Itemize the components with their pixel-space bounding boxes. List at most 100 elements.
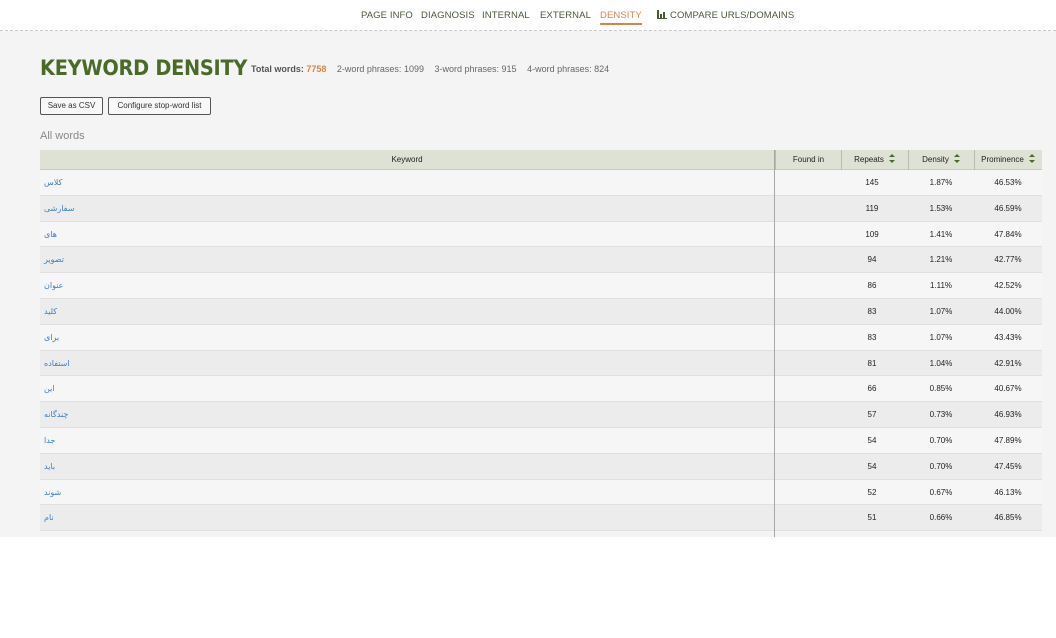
content-panel: PAGE INFO DIAGNOSIS INTERNAL EXTERNAL DE… <box>0 0 1056 537</box>
keyword-link[interactable]: سفارشی <box>44 196 74 221</box>
total-words-label: Total words: <box>251 64 304 74</box>
repeats-cell: 145 <box>865 178 879 187</box>
keyword-link[interactable]: برای <box>44 325 59 350</box>
prominence-cell: 42.52% <box>994 281 1022 291</box>
density-cell: 1.07% <box>929 332 953 342</box>
section-label: All words <box>40 130 85 142</box>
keyword-link[interactable]: شوند <box>44 480 61 505</box>
keyword-link[interactable]: کلاس <box>44 170 62 195</box>
keyword-link[interactable]: استفاده <box>44 351 70 376</box>
table-row: سفارشی 119 1.53% 46.59% <box>40 195 1042 222</box>
total-words-value: 7758 <box>306 64 327 74</box>
repeats-cell: 54 <box>867 461 877 471</box>
repeats-cell: 52 <box>867 487 877 497</box>
prominence-cell: 46.59% <box>994 203 1022 213</box>
sort-icon[interactable] <box>888 154 896 163</box>
column-found-in-label: Found in <box>792 155 825 164</box>
keyword-link[interactable]: نام <box>44 505 54 530</box>
column-keyword-label: Keyword <box>391 155 423 164</box>
column-repeats[interactable]: Repeats <box>841 150 908 170</box>
column-density-label: Density <box>922 155 949 164</box>
table-body: کلاس 145 1.87% 46.53% سفارشی 119 1.53% 46.59% … <box>40 170 1042 532</box>
three-word-label: 3-word phrases: <box>434 64 500 74</box>
configure-stopwords-button[interactable]: Configure stop-word list <box>108 97 211 115</box>
two-word-value: 1099 <box>403 64 424 74</box>
repeats-cell: 119 <box>865 203 879 213</box>
table-header: Keyword Found in Repeats Density Promine… <box>40 150 1042 170</box>
keyword-link[interactable]: باید <box>44 454 55 479</box>
column-prominence-label: Prominence <box>981 155 1024 164</box>
tab-diagnosis[interactable]: DIAGNOSIS <box>421 10 475 21</box>
bar-chart-icon <box>657 10 667 19</box>
table-row: عنوان 86 1.11% 42.52% <box>40 273 1042 299</box>
keyword-link[interactable]: کلید <box>44 299 57 324</box>
word-stats: Total words: 7758 2-word phrases: 1099 3… <box>251 64 609 74</box>
two-word-label: 2-word phrases: <box>336 64 402 74</box>
prominence-cell: 46.93% <box>994 410 1022 420</box>
repeats-cell: 54 <box>867 435 877 445</box>
prominence-cell: 47.89% <box>994 435 1022 445</box>
table-row: نام 51 0.66% 46.85% <box>40 505 1042 532</box>
density-cell: 1.53% <box>929 203 953 213</box>
density-cell: 1.21% <box>929 255 953 265</box>
four-word-label: 4-word phrases: <box>527 64 592 74</box>
prominence-cell: 47.45% <box>994 461 1022 471</box>
keyword-table: Keyword Found in Repeats Density Promine… <box>40 150 1042 532</box>
keyword-link[interactable]: جدا <box>44 428 55 453</box>
tab-external[interactable]: EXTERNAL <box>540 10 591 21</box>
prominence-cell: 43.43% <box>994 332 1022 342</box>
keyword-link[interactable]: های <box>44 222 57 247</box>
density-cell: 1.07% <box>929 306 953 316</box>
tab-compare-label: COMPARE URLS/DOMAINS <box>670 10 795 21</box>
table-row: شوند 52 0.67% 46.13% <box>40 479 1042 506</box>
prominence-cell: 46.85% <box>994 513 1022 523</box>
table-row: برای 83 1.07% 43.43% <box>40 324 1042 351</box>
top-navigation: PAGE INFO DIAGNOSIS INTERNAL EXTERNAL DE… <box>0 0 1056 31</box>
prominence-cell: 42.91% <box>994 358 1022 368</box>
density-cell: 0.70% <box>929 461 953 471</box>
three-word-value: 915 <box>501 64 517 74</box>
repeats-cell: 109 <box>865 229 879 239</box>
keyword-link[interactable]: این <box>44 376 55 401</box>
four-word-value: 824 <box>594 64 610 74</box>
table-row: تصویر 94 1.21% 42.77% <box>40 247 1042 274</box>
repeats-cell: 83 <box>867 306 877 316</box>
repeats-cell: 86 <box>867 281 877 291</box>
table-row: های 109 1.41% 47.84% <box>40 221 1042 248</box>
table-row: جدا 54 0.70% 47.89% <box>40 427 1042 454</box>
tab-page-info[interactable]: PAGE INFO <box>361 10 413 21</box>
repeats-cell: 57 <box>867 410 877 420</box>
column-prominence[interactable]: Prominence <box>974 150 1042 170</box>
density-cell: 1.04% <box>929 358 953 368</box>
density-cell: 1.87% <box>929 178 953 187</box>
table-row: کلاس 145 1.87% 46.53% <box>40 170 1042 196</box>
tab-density[interactable]: DENSITY <box>600 10 642 25</box>
keyword-link[interactable]: عنوان <box>44 273 63 298</box>
prominence-cell: 44.00% <box>994 306 1022 316</box>
sort-icon[interactable] <box>1028 154 1036 163</box>
table-row: کلید 83 1.07% 44.00% <box>40 298 1042 325</box>
tab-internal[interactable]: INTERNAL <box>482 10 530 21</box>
save-csv-button[interactable]: Save as CSV <box>40 97 103 115</box>
column-keyword[interactable]: Keyword <box>40 150 774 170</box>
table-row: این 66 0.85% 40.67% <box>40 376 1042 403</box>
column-divider <box>774 150 775 537</box>
table-row: استفاده 81 1.04% 42.91% <box>40 350 1042 377</box>
prominence-cell: 40.67% <box>994 384 1022 394</box>
sort-icon[interactable] <box>953 154 961 163</box>
column-density[interactable]: Density <box>908 150 974 170</box>
density-cell: 1.41% <box>929 229 953 239</box>
table-row: چندگانه 57 0.73% 46.93% <box>40 402 1042 428</box>
column-found-in: Found in <box>775 150 841 170</box>
keyword-link[interactable]: تصویر <box>44 247 64 272</box>
repeats-cell: 94 <box>867 255 877 265</box>
density-cell: 0.70% <box>929 435 953 445</box>
density-cell: 0.67% <box>929 487 953 497</box>
tab-compare-urls-domains[interactable]: COMPARE URLS/DOMAINS <box>657 10 794 21</box>
density-cell: 1.11% <box>929 281 953 291</box>
density-cell: 0.73% <box>929 410 953 420</box>
column-repeats-label: Repeats <box>854 155 884 164</box>
keyword-link[interactable]: چندگانه <box>44 402 68 427</box>
density-cell: 0.85% <box>929 384 953 394</box>
repeats-cell: 51 <box>867 513 877 523</box>
